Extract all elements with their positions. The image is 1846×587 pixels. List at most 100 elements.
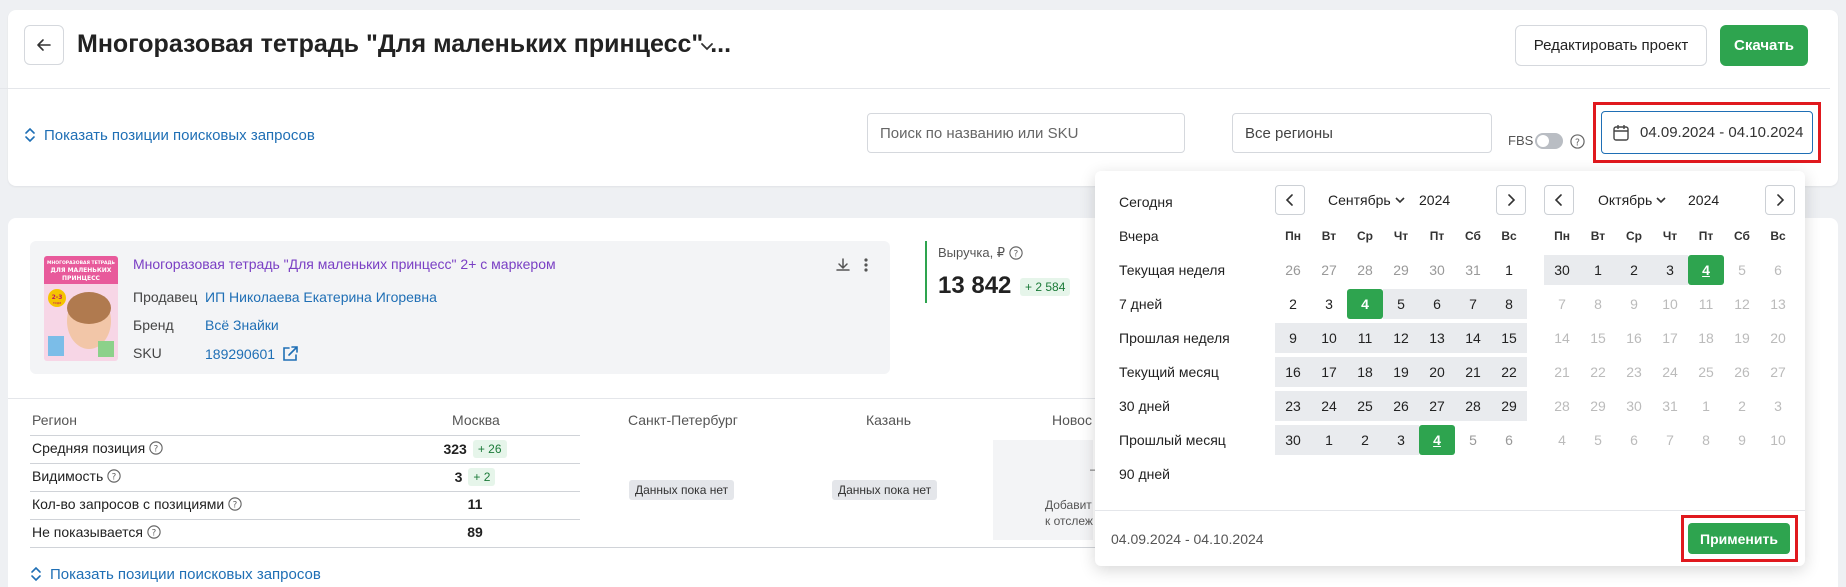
seller-link[interactable]: ИП Николаева Екатерина Игоревна (205, 289, 437, 305)
calendar-september: Пн Вт Ср Чт Пт Сб Вс 26 27 28 29 30 31 1 2 3 4 5 6 7 8 9 10 11 1… (1275, 219, 1527, 457)
preset-last-week[interactable]: Прошлая неделя (1119, 330, 1230, 346)
right-month-select[interactable]: Октябрь (1598, 192, 1666, 208)
calendar-day: 31 (1662, 398, 1678, 414)
calendar-day[interactable]: 15 (1491, 323, 1527, 353)
calendar-day[interactable]: 4 (1688, 255, 1724, 285)
calendar-day[interactable]: 3 (1311, 289, 1347, 319)
calendar-day[interactable]: 3 (1652, 255, 1688, 285)
help-icon[interactable]: ? (1009, 246, 1023, 260)
calendar-day[interactable]: 11 (1347, 323, 1383, 353)
edit-project-button[interactable]: Редактировать проект (1515, 25, 1707, 66)
calendar-day[interactable]: 5 (1455, 425, 1491, 455)
calendar-day[interactable]: 30 (1544, 255, 1580, 285)
calendar-day[interactable]: 20 (1419, 357, 1455, 387)
calendar-day[interactable]: 28 (1455, 391, 1491, 421)
fbs-toggle[interactable] (1535, 133, 1563, 149)
calendar-day[interactable]: 6 (1491, 425, 1527, 455)
show-positions-toggle-bottom[interactable]: Показать позиции поисковых запросов (30, 565, 321, 583)
right-year-select[interactable]: 2024 (1688, 192, 1719, 208)
help-icon[interactable]: ? (228, 497, 242, 511)
left-year-select[interactable]: 2024 (1419, 192, 1450, 208)
calendar-day[interactable]: 3 (1383, 425, 1419, 455)
preset-yesterday[interactable]: Вчера (1119, 228, 1159, 244)
preset-today[interactable]: Сегодня (1119, 194, 1173, 210)
calendar-day[interactable]: 29 (1491, 391, 1527, 421)
calendar-day[interactable]: 6 (1419, 289, 1455, 319)
preset-current-week[interactable]: Текущая неделя (1119, 262, 1225, 278)
calendar-day[interactable]: 14 (1455, 323, 1491, 353)
help-icon[interactable]: ? (149, 441, 163, 455)
product-name-link[interactable]: Многоразовая тетрадь "Для маленьких прин… (133, 256, 556, 272)
calendar-day[interactable]: 21 (1455, 357, 1491, 387)
help-icon[interactable]: ? (147, 525, 161, 539)
chevron-left-icon (1554, 194, 1562, 206)
calendar-day[interactable]: 12 (1383, 323, 1419, 353)
header-divider (0, 88, 1830, 89)
calendar-day[interactable]: 24 (1311, 391, 1347, 421)
table-row-divider (30, 491, 580, 492)
calendar-day[interactable]: 10 (1311, 323, 1347, 353)
help-icon[interactable]: ? (107, 469, 121, 483)
arrow-left-icon (37, 39, 51, 51)
calendar-day[interactable]: 30 (1419, 255, 1455, 285)
preset-7-days[interactable]: 7 дней (1119, 296, 1162, 312)
svg-text:?: ? (233, 501, 238, 511)
picker-footer-divider (1095, 510, 1805, 511)
next-month-button[interactable] (1765, 185, 1795, 215)
chevron-down-icon[interactable] (698, 40, 716, 54)
calendar-day[interactable]: 26 (1383, 391, 1419, 421)
left-month-select[interactable]: Сентябрь (1328, 192, 1405, 208)
calendar-day: 28 (1554, 398, 1570, 414)
calendar-day[interactable]: 2 (1616, 255, 1652, 285)
calendar-day[interactable]: 7 (1455, 289, 1491, 319)
apply-button[interactable]: Применить (1688, 523, 1790, 554)
help-icon[interactable]: ? (1570, 134, 1585, 149)
preset-90-days[interactable]: 90 дней (1119, 466, 1170, 482)
calendar-day[interactable]: 1 (1311, 425, 1347, 455)
calendar-day[interactable]: 27 (1419, 391, 1455, 421)
calendar-day[interactable]: 4 (1419, 425, 1455, 455)
product-image[interactable]: МНОГОРАЗОВАЯ ТЕТРАДЬ ДЛЯ МАЛЕНЬКИХ ПРИНЦ… (44, 256, 118, 361)
calendar-day[interactable]: 25 (1347, 391, 1383, 421)
show-positions-toggle[interactable]: Показать позиции поисковых запросов (24, 126, 315, 144)
prev-month-button[interactable] (1275, 185, 1305, 215)
calendar-day[interactable]: 29 (1383, 255, 1419, 285)
calendar-day[interactable]: 1 (1491, 255, 1527, 285)
download-button[interactable]: Скачать (1720, 25, 1808, 66)
calendar-day[interactable]: 1 (1580, 255, 1616, 285)
sku-link[interactable]: 189290601 (205, 345, 299, 363)
calendar-day[interactable]: 23 (1275, 391, 1311, 421)
calendar-day[interactable]: 8 (1491, 289, 1527, 319)
calendar-day[interactable]: 9 (1275, 323, 1311, 353)
calendar-day[interactable]: 22 (1491, 357, 1527, 387)
calendar-day[interactable]: 18 (1347, 357, 1383, 387)
calendar-day[interactable]: 19 (1383, 357, 1419, 387)
back-button[interactable] (24, 25, 64, 65)
region-select[interactable]: Все регионы (1232, 113, 1492, 153)
preset-current-month[interactable]: Текущий месяц (1119, 364, 1219, 380)
calendar-day[interactable]: 16 (1275, 357, 1311, 387)
next-month-button-left[interactable] (1496, 185, 1526, 215)
calendar-day[interactable]: 2 (1347, 425, 1383, 455)
download-icon[interactable] (835, 257, 851, 273)
calendar-day[interactable]: 5 (1383, 289, 1419, 319)
calendar-day[interactable]: 27 (1311, 255, 1347, 285)
calendar-day[interactable]: 13 (1419, 323, 1455, 353)
calendar-day: 1 (1702, 398, 1710, 414)
calendar-day[interactable]: 26 (1275, 255, 1311, 285)
calendar-day[interactable]: 31 (1455, 255, 1491, 285)
calendar-day[interactable]: 4 (1347, 289, 1383, 319)
prev-month-button-right[interactable] (1544, 185, 1574, 215)
search-input[interactable] (867, 113, 1185, 153)
table-row-label: Не показывается ? (32, 524, 161, 540)
calendar-day[interactable]: 28 (1347, 255, 1383, 285)
more-vertical-icon[interactable] (863, 257, 869, 273)
preset-last-month[interactable]: Прошлый месяц (1119, 432, 1226, 448)
picker-selected-range: 04.09.2024 - 04.10.2024 (1111, 531, 1264, 547)
calendar-day[interactable]: 30 (1275, 425, 1311, 455)
date-range-field[interactable]: 04.09.2024 - 04.10.2024 (1601, 111, 1813, 154)
calendar-day[interactable]: 2 (1275, 289, 1311, 319)
brand-link[interactable]: Всё Знайки (205, 317, 279, 333)
preset-30-days[interactable]: 30 дней (1119, 398, 1170, 414)
calendar-day[interactable]: 17 (1311, 357, 1347, 387)
